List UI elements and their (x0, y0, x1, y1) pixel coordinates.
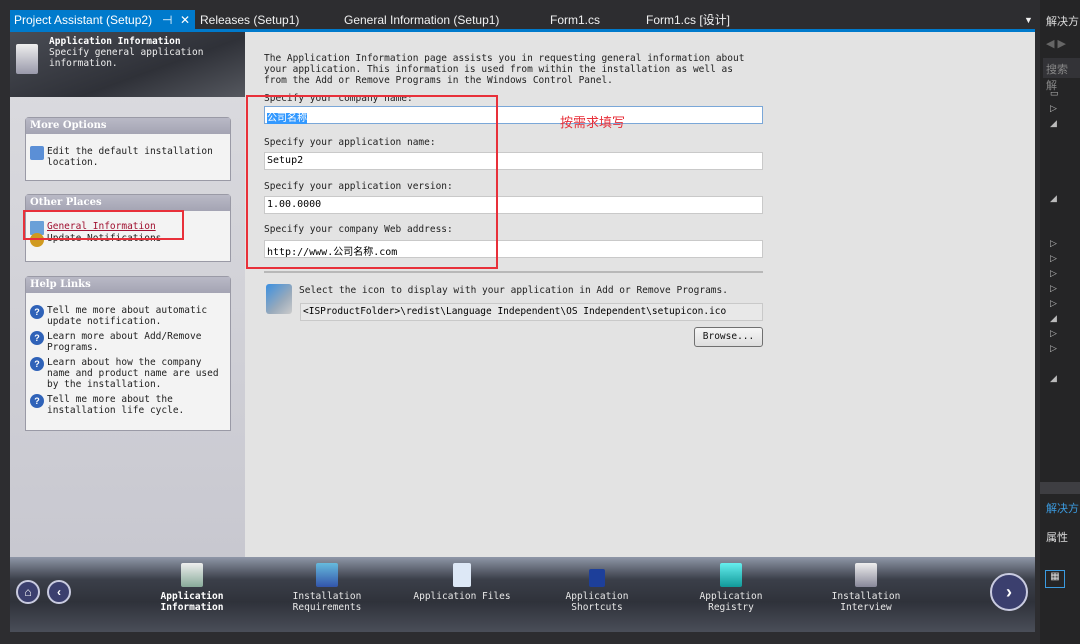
help-icon: ? (30, 394, 44, 408)
link-label: Edit the default installation location. (47, 146, 213, 168)
tab-label: Project Assistant (Setup2) (14, 13, 153, 27)
icon-path-field[interactable]: <ISProductFolder>\redist\Language Indepe… (300, 303, 763, 321)
annotation-text: 按需求填写 (560, 116, 626, 131)
help-icon: ? (30, 357, 44, 371)
nav-label: Application Shortcuts (565, 591, 629, 613)
help-link[interactable]: ? Tell me more about automatic update not… (26, 303, 230, 329)
nav-label: Installation Interview (831, 591, 901, 613)
tab-dropdown-icon[interactable]: ▼ (1020, 10, 1037, 30)
nav-application-information[interactable]: Application Information (137, 563, 247, 613)
page-title: Application Information (49, 36, 181, 47)
document-tab-bar: Project Assistant (Setup2) ⊣ ✕ Releases (S… (0, 0, 1040, 30)
tab-form1-cs[interactable]: Form1.cs (546, 10, 604, 30)
page-header: Application Information Specify general … (10, 32, 245, 97)
solution-explorer-tab[interactable]: 解决方 (1046, 500, 1079, 516)
highlight-box (23, 210, 184, 240)
next-button[interactable]: › (990, 573, 1028, 611)
tab-releases[interactable]: Releases (Setup1) (196, 10, 303, 30)
link-label: Tell me more about automatic update noti… (47, 305, 208, 327)
solution-tree[interactable]: ▭ ▷ ◢ ◢ ▷ ▷ ▷ ▷ ▷ ◢ ▷ ▷ ◢ (1050, 86, 1059, 386)
nav-arrows-icon[interactable]: ◀ ▶ (1046, 37, 1066, 50)
help-link[interactable]: ? Learn more about Add/Remove Programs. (26, 329, 230, 355)
other-places-title: Other Places (26, 195, 230, 211)
setup-icon (266, 284, 292, 314)
application-info-icon (181, 563, 203, 587)
registry-icon (720, 563, 742, 587)
more-options-box: More Options Edit the default installati… (25, 117, 231, 181)
properties-title: 属性 (1046, 532, 1068, 544)
close-icon[interactable]: ✕ (180, 10, 190, 30)
edit-install-location-link[interactable]: Edit the default installation location. (26, 144, 230, 170)
link-label: Learn about how the company name and pro… (47, 357, 219, 390)
help-icon: ? (30, 331, 44, 345)
categorized-icon[interactable]: ▦ (1045, 570, 1065, 588)
tab-project-assistant[interactable]: Project Assistant (Setup2) ⊣ ✕ (10, 10, 195, 30)
separator (264, 271, 763, 273)
page-subtitle: Specify general application information. (49, 47, 204, 69)
solution-explorer-panel: 解决方 ◀ ▶ 搜索解 ▭ ▷ ◢ ◢ ▷ ▷ ▷ ▷ ▷ ◢ ▷ ▷ ◢ 解决方 属性 ▦ (1040, 0, 1080, 644)
help-links-box: Help Links ? Tell me more about automatic… (25, 276, 231, 431)
nav-application-files[interactable]: Application Files (407, 563, 517, 602)
nav-application-shortcuts[interactable]: Application Shortcuts (542, 563, 652, 613)
browse-button[interactable]: Browse... (694, 327, 763, 347)
intro-text: The Application Information page assists… (264, 53, 745, 86)
tab-form1-design[interactable]: Form1.cs [设计] (642, 10, 734, 30)
file-icon (453, 563, 471, 587)
help-link[interactable]: ? Learn about how the company name and pr… (26, 355, 230, 392)
icon-select-label: Select the icon to display with your app… (299, 285, 728, 296)
search-solution-input[interactable]: 搜索解 (1043, 58, 1080, 92)
more-options-title: More Options (26, 118, 230, 134)
interview-icon (855, 563, 877, 587)
help-icon: ? (30, 305, 44, 319)
nav-label: Installation Requirements (292, 591, 362, 613)
pin-icon[interactable]: ⊣ (162, 10, 172, 30)
solution-explorer-title: 解决方 (1046, 16, 1079, 28)
home-button[interactable]: ⌂ (16, 580, 40, 604)
requirements-icon (316, 563, 338, 587)
fields-highlight-box (246, 95, 498, 269)
nav-installation-requirements[interactable]: Installation Requirements (272, 563, 382, 613)
nav-label: Application Registry (699, 591, 763, 613)
folder-icon (30, 146, 44, 160)
tab-general-information[interactable]: General Information (Setup1) (340, 10, 503, 30)
nav-application-registry[interactable]: Application Registry (676, 563, 786, 613)
link-label: Learn more about Add/Remove Programs. (47, 331, 202, 353)
nav-label: Application Files (413, 591, 511, 602)
horizontal-scrollbar[interactable] (1040, 482, 1080, 494)
link-label: Tell me more about the installation life… (47, 394, 185, 416)
application-info-icon (16, 44, 38, 74)
nav-label: Application Information (160, 591, 224, 613)
back-button[interactable]: ‹ (47, 580, 71, 604)
bottom-navigation: ⌂ ‹ Application Information Installation… (10, 557, 1035, 632)
nav-installation-interview[interactable]: Installation Interview (811, 563, 921, 613)
help-links-title: Help Links (26, 277, 230, 293)
help-link[interactable]: ? Tell me more about the installation lif… (26, 392, 230, 418)
shortcut-icon (589, 569, 605, 587)
